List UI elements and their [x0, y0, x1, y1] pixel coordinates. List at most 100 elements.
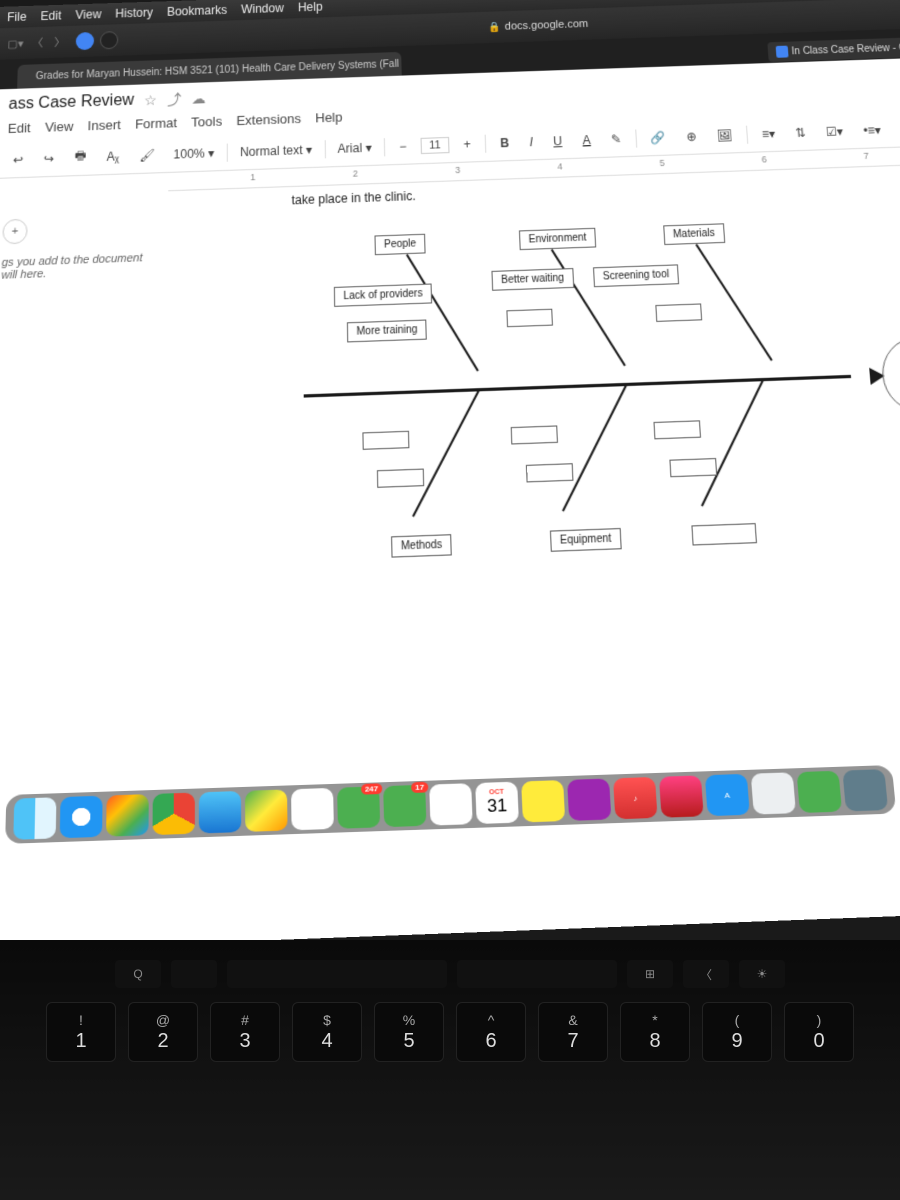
dock-numbers[interactable] — [797, 771, 843, 813]
fishbone-diagram[interactable]: People Environment Materials Lack of pro… — [261, 206, 900, 575]
fb-screening-tool[interactable]: Screening tool — [593, 264, 679, 287]
fb-environment[interactable]: Environment — [519, 228, 596, 250]
add-outline-button[interactable]: + — [2, 219, 28, 245]
fb-empty-b1[interactable] — [362, 431, 409, 450]
print-icon[interactable]: 🖶 — [68, 143, 92, 171]
dock-freeform[interactable] — [567, 778, 611, 820]
extension-shield-icon[interactable] — [100, 31, 118, 49]
dock-notes[interactable] — [521, 780, 565, 822]
fn-brightness[interactable]: ☀ — [739, 960, 785, 988]
docs-menu-tools[interactable]: Tools — [191, 114, 222, 130]
fb-materials[interactable]: Materials — [663, 223, 725, 245]
key-1[interactable]: !1 — [46, 1002, 116, 1062]
dock-appstore[interactable]: A — [705, 774, 750, 816]
menu-bookmarks[interactable]: Bookmarks — [167, 3, 227, 19]
fn-spotlight[interactable] — [171, 960, 217, 988]
dock-mail[interactable] — [199, 791, 241, 834]
link-icon[interactable]: 🔗 — [644, 127, 673, 148]
docs-menu-insert[interactable]: Insert — [88, 117, 121, 133]
docs-menu-edit[interactable]: Edit — [8, 120, 31, 136]
align-icon[interactable]: ≡▾ — [755, 123, 782, 144]
key-9[interactable]: (9 — [702, 1002, 772, 1062]
italic-icon[interactable]: I — [523, 131, 539, 152]
fb-empty-2[interactable] — [655, 303, 702, 322]
fb-empty-1[interactable] — [506, 309, 553, 328]
dock-shortcuts[interactable] — [659, 775, 704, 817]
fn-search[interactable]: Q — [115, 960, 161, 988]
menu-file[interactable]: File — [7, 10, 27, 24]
font-select[interactable]: Arial ▾ — [333, 138, 376, 158]
fb-better-waiting[interactable]: Better waiting — [491, 268, 573, 291]
dock-finder[interactable] — [13, 797, 56, 840]
paint-format-icon[interactable]: 🖌 — [133, 144, 161, 165]
key-5[interactable]: %5 — [374, 1002, 444, 1062]
fb-bottom-empty[interactable] — [691, 523, 757, 545]
fb-more-training[interactable]: More training — [347, 319, 427, 342]
key-7[interactable]: &7 — [538, 1002, 608, 1062]
number-list-icon[interactable]: 1≡▾ — [894, 118, 900, 139]
fb-equipment[interactable]: Equipment — [550, 528, 622, 552]
docs-menu-help[interactable]: Help — [315, 109, 342, 125]
docs-menu-format[interactable]: Format — [135, 115, 177, 131]
style-select[interactable]: Normal text ▾ — [236, 140, 317, 161]
comment-icon[interactable]: ⊕ — [680, 126, 704, 147]
zoom-select[interactable]: 100% ▾ — [169, 143, 218, 163]
bullet-list-icon[interactable]: •≡▾ — [856, 119, 887, 140]
key-4[interactable]: $4 — [292, 1002, 362, 1062]
forward-icon[interactable]: 〉 — [50, 33, 69, 51]
touchbar-strip-2[interactable] — [457, 960, 617, 988]
fishbone-head[interactable] — [879, 336, 900, 414]
dock-messages[interactable]: 247 — [337, 786, 380, 828]
key-6[interactable]: ^6 — [456, 1002, 526, 1062]
dock-music[interactable]: ♪ — [613, 777, 658, 819]
dock-settings[interactable] — [751, 772, 796, 814]
docs-menu-view[interactable]: View — [45, 119, 74, 135]
font-size-minus[interactable]: − — [393, 136, 413, 157]
dock-launchpad[interactable] — [106, 794, 149, 837]
dock-preferences[interactable] — [842, 769, 888, 811]
menu-window[interactable]: Window — [241, 1, 284, 16]
fb-empty-b2[interactable] — [377, 469, 424, 488]
key-8[interactable]: *8 — [620, 1002, 690, 1062]
spellcheck-icon[interactable]: Aᵪ — [100, 146, 125, 167]
sidebar-toggle-icon[interactable]: ▢▾ — [6, 34, 25, 52]
font-size-plus[interactable]: + — [457, 133, 477, 154]
menu-edit[interactable]: Edit — [40, 9, 61, 23]
menu-history[interactable]: History — [115, 6, 153, 21]
docs-menu-extensions[interactable]: Extensions — [236, 111, 301, 128]
redo-icon[interactable]: ↪ — [37, 148, 60, 169]
dock-chrome[interactable] — [153, 793, 195, 836]
back-icon[interactable]: 〈 — [28, 34, 47, 52]
fb-methods[interactable]: Methods — [391, 534, 452, 558]
dock-photos[interactable] — [291, 788, 334, 830]
key-2[interactable]: @2 — [128, 1002, 198, 1062]
fn-back[interactable]: 〈 — [683, 960, 729, 988]
menu-help[interactable]: Help — [298, 0, 323, 14]
fb-empty-b5[interactable] — [653, 420, 701, 439]
text-color-icon[interactable]: A — [576, 129, 597, 150]
checklist-icon[interactable]: ☑▾ — [819, 121, 850, 142]
fb-people[interactable]: People — [374, 234, 425, 255]
font-size-input[interactable]: 11 — [420, 136, 449, 153]
undo-icon[interactable]: ↩ — [7, 149, 30, 170]
doc-title[interactable]: ass Case Review — [8, 92, 134, 114]
fb-lack-providers[interactable]: Lack of providers — [334, 283, 432, 306]
dock-reminders[interactable] — [429, 783, 473, 825]
fb-empty-b4[interactable] — [526, 463, 574, 482]
dock-maps[interactable] — [245, 789, 288, 832]
key-3[interactable]: #3 — [210, 1002, 280, 1062]
fn-mission[interactable]: ⊞ — [627, 960, 673, 988]
image-icon[interactable]: 🖼 — [710, 124, 739, 145]
extension-g-icon[interactable] — [76, 32, 94, 50]
dock-calendar[interactable]: OCT 31 — [475, 782, 519, 824]
cloud-icon[interactable]: ☁ — [191, 90, 205, 107]
underline-icon[interactable]: U — [547, 130, 569, 151]
move-icon[interactable]: ⤴ — [167, 89, 181, 109]
fishbone-spine[interactable] — [304, 375, 851, 398]
fb-empty-b6[interactable] — [669, 458, 717, 477]
touchbar-strip[interactable] — [227, 960, 447, 988]
fb-empty-b3[interactable] — [511, 425, 558, 444]
star-icon[interactable]: ☆ — [144, 91, 157, 108]
dock-safari[interactable] — [60, 796, 103, 839]
dock-facetime[interactable]: 17 — [383, 785, 426, 827]
